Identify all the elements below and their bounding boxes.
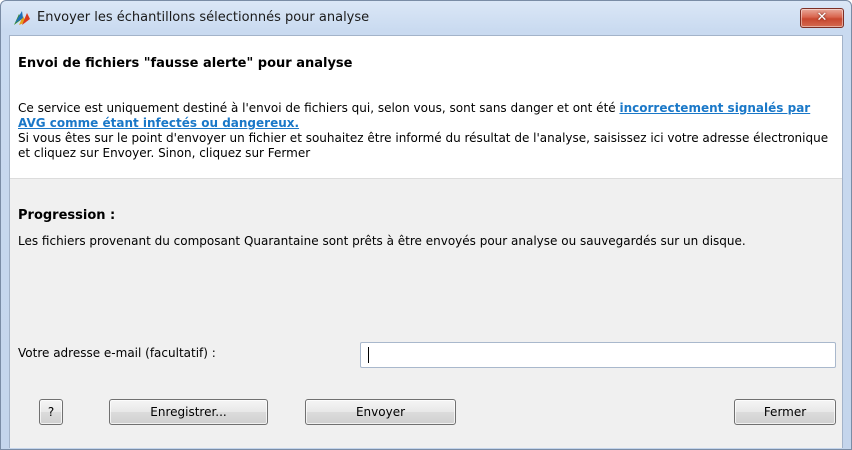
info-text-part1: Ce service est uniquement destiné à l'en… <box>18 101 620 115</box>
send-button[interactable]: Envoyer <box>305 399 456 425</box>
info-description: Ce service est uniquement destiné à l'en… <box>18 101 836 161</box>
dialog-body: Envoi de fichiers "fausse alerte" pour a… <box>9 35 843 448</box>
text-caret <box>368 347 369 363</box>
info-panel: Envoi de fichiers "fausse alerte" pour a… <box>10 36 842 179</box>
avg-logo-icon <box>13 10 31 26</box>
close-button[interactable]: Fermer <box>734 399 836 425</box>
info-title: Envoi de fichiers "fausse alerte" pour a… <box>18 56 353 71</box>
close-icon: ✕ <box>816 10 828 25</box>
dialog-window: Envoyer les échantillons sélectionnés po… <box>0 0 852 450</box>
info-text-part2: Si vous êtes sur le point d'envoyer un f… <box>18 131 829 160</box>
close-window-button[interactable]: ✕ <box>800 8 844 28</box>
email-input[interactable] <box>360 342 836 368</box>
email-label: Votre adresse e-mail (facultatif) : <box>18 346 216 360</box>
help-button[interactable]: ? <box>39 399 63 425</box>
title-bar[interactable]: Envoyer les échantillons sélectionnés po… <box>1 1 851 35</box>
save-button[interactable]: Enregistrer... <box>109 399 268 425</box>
progress-text: Les fichiers provenant du composant Quar… <box>18 234 746 248</box>
window-title: Envoyer les échantillons sélectionnés po… <box>37 10 370 25</box>
progress-label: Progression : <box>18 208 116 223</box>
